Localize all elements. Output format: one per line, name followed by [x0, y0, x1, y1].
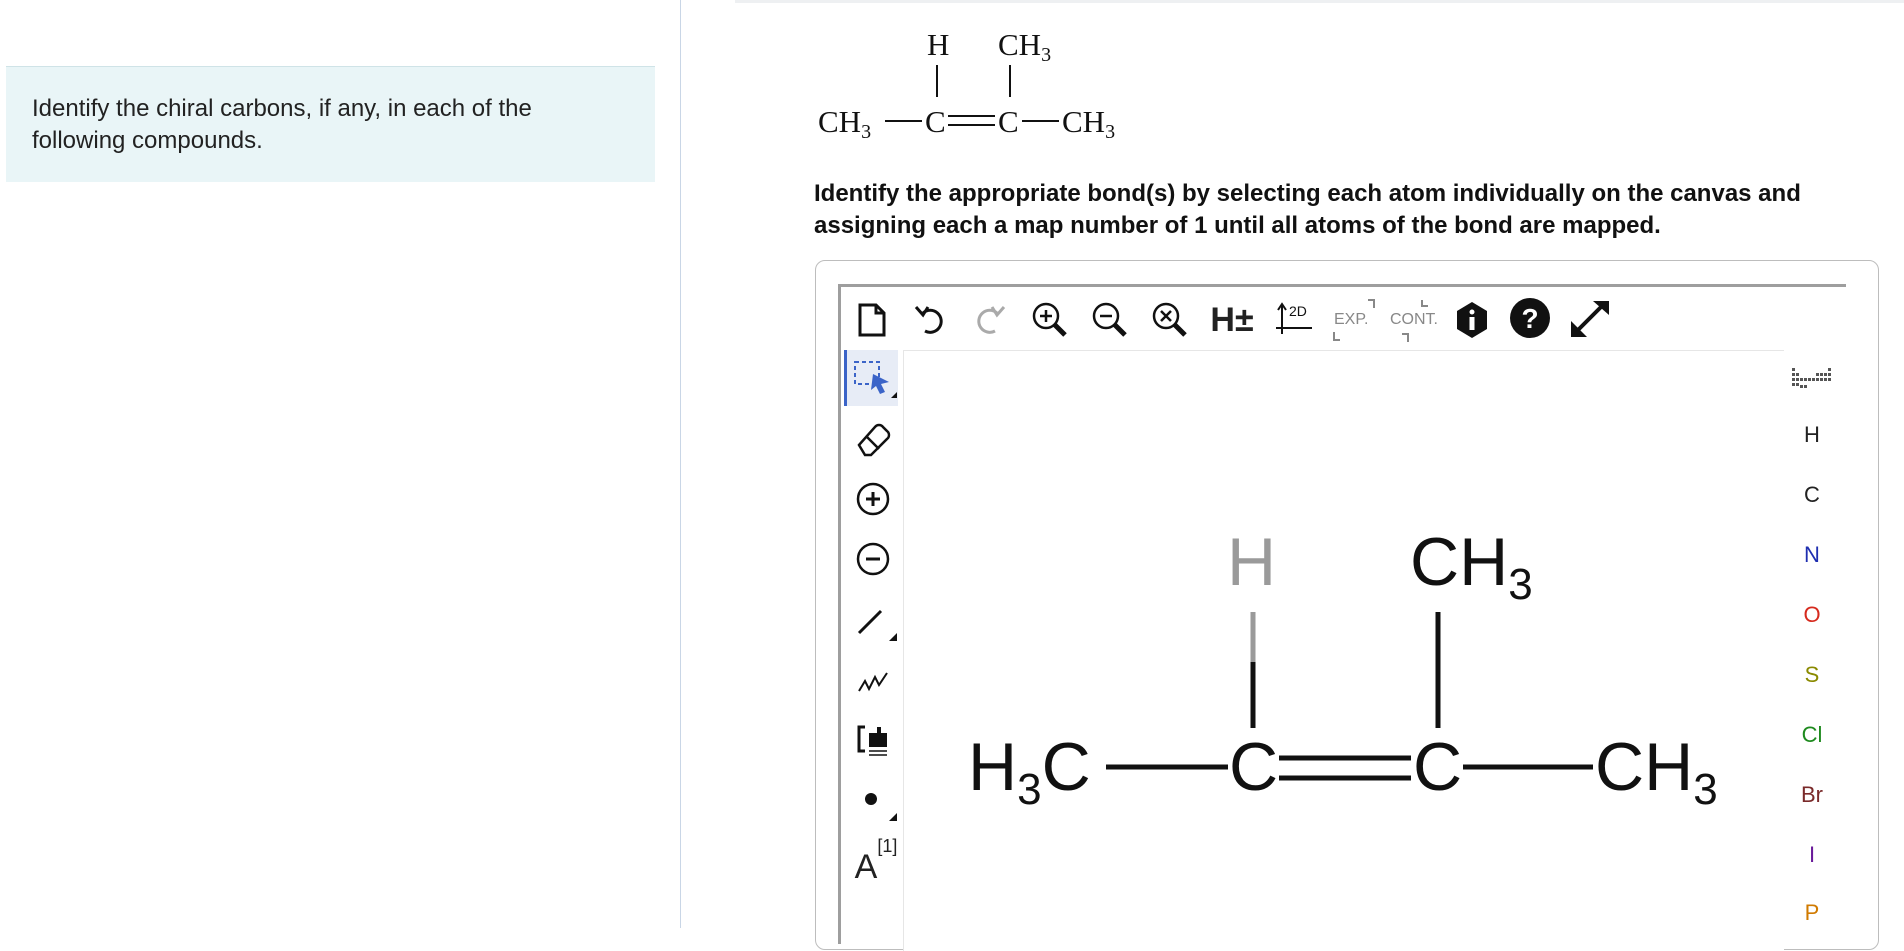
struct-left-ch: CH3 — [818, 104, 871, 143]
atom-dot-icon[interactable] — [848, 776, 898, 826]
element-c-button[interactable]: C — [1790, 482, 1834, 508]
svg-text:?: ? — [1521, 303, 1538, 334]
svg-text:CONT.: CONT. — [1390, 311, 1438, 328]
zoom-reset-icon[interactable] — [1148, 298, 1192, 342]
mol-top-h[interactable]: H — [1227, 524, 1276, 600]
element-i-button[interactable]: I — [1790, 842, 1834, 868]
expand-group-icon[interactable]: EXP. — [1330, 296, 1380, 344]
mol-c1[interactable]: C — [1229, 729, 1278, 805]
contract-group-icon[interactable]: CONT. — [1388, 296, 1438, 344]
svg-text:2D: 2D — [1289, 303, 1307, 319]
struct-c2: C — [998, 104, 1019, 139]
template-icon[interactable] — [848, 716, 898, 762]
element-n-button[interactable]: N — [1790, 542, 1834, 568]
question-structure: H CH3 CH3 C C CH3 — [818, 27, 1115, 143]
zoom-in-icon[interactable] — [1028, 298, 1072, 342]
molecule-drawing[interactable]: H CH3 H3C C C CH3 — [903, 350, 1783, 928]
element-s-button[interactable]: S — [1790, 662, 1834, 688]
mol-top-ch3[interactable]: CH3 — [1410, 524, 1533, 609]
periodic-table-icon[interactable] — [1788, 360, 1836, 396]
chain-icon[interactable] — [848, 656, 898, 702]
element-cl-button[interactable]: Cl — [1790, 722, 1834, 748]
single-bond-icon[interactable] — [848, 596, 898, 646]
element-p-button[interactable]: P — [1790, 900, 1834, 926]
negative-charge-icon[interactable] — [848, 536, 898, 582]
top-strip — [735, 0, 1904, 3]
question-text: Identify the chiral carbons, if any, in … — [32, 95, 532, 154]
info-icon[interactable] — [1452, 298, 1492, 342]
mol-h3c[interactable]: H3C — [968, 729, 1091, 814]
clean-2d-icon[interactable]: 2D — [1272, 298, 1320, 342]
question-prompt: Identify the chiral carbons, if any, in … — [6, 66, 655, 182]
eraser-icon[interactable] — [848, 416, 898, 462]
panel-divider — [680, 0, 681, 928]
add-hydrogens-button[interactable]: H± — [1208, 298, 1256, 342]
redo-icon[interactable] — [970, 298, 1010, 342]
mol-right-ch3[interactable]: CH3 — [1595, 729, 1718, 814]
element-h-button[interactable]: H — [1790, 422, 1834, 448]
struct-right-ch: CH3 — [1062, 104, 1115, 143]
element-br-button[interactable]: Br — [1790, 782, 1834, 808]
atom-map-letter: A — [854, 848, 878, 886]
element-o-button[interactable]: O — [1790, 602, 1834, 628]
struct-top-ch: CH3 — [998, 27, 1051, 66]
positive-charge-icon[interactable] — [848, 476, 898, 522]
mapping-instruction: Identify the appropriate bond(s) by sele… — [814, 180, 1801, 239]
atom-map-tool[interactable]: A [1] — [848, 834, 904, 886]
help-icon[interactable]: ? — [1508, 296, 1552, 340]
undo-icon[interactable] — [910, 298, 950, 342]
new-document-icon[interactable] — [852, 298, 892, 342]
rectangle-select-icon[interactable] — [848, 356, 898, 402]
struct-top-h: H — [927, 27, 949, 62]
struct-c1: C — [925, 104, 946, 139]
svg-text:EXP.: EXP. — [1334, 311, 1368, 328]
zoom-out-icon[interactable] — [1088, 298, 1132, 342]
fullscreen-icon[interactable] — [1566, 296, 1614, 340]
mol-c2[interactable]: C — [1413, 729, 1462, 805]
atom-map-superscript: [1] — [877, 836, 898, 856]
